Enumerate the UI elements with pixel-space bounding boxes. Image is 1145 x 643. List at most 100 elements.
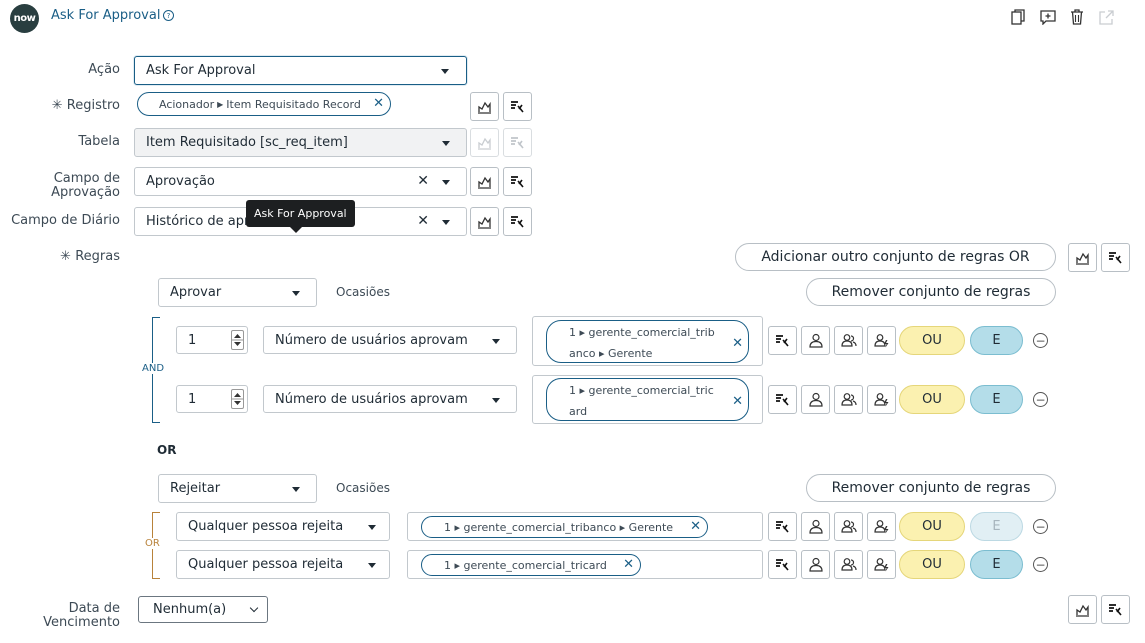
data-pill-picker-button[interactable]	[470, 92, 499, 121]
group-icon	[840, 393, 857, 406]
user-picker-button[interactable]	[801, 550, 830, 579]
approver-pill[interactable]: 1 ▸ gerente_comercial_tricard ✕	[421, 554, 641, 576]
dynamic-user-icon	[873, 558, 888, 572]
stepper-arrows-icon[interactable]	[231, 330, 244, 350]
acao-label: Ação	[88, 62, 120, 77]
dynamic-approver-button[interactable]	[867, 385, 896, 414]
caret-right-icon: ▶	[217, 99, 224, 109]
occasions-label: Ocasiões	[336, 285, 390, 299]
group-picker-button[interactable]	[834, 385, 863, 414]
condition-select[interactable]: Qualquer pessoa rejeita	[176, 512, 390, 541]
script-toggle-button[interactable]	[768, 326, 797, 355]
tabela-label: Tabela	[78, 134, 120, 149]
approver-field[interactable]: 1 ▸ gerente_comercial_tribanco ▸ Gerente…	[407, 512, 763, 541]
user-icon	[808, 392, 823, 407]
ou-button[interactable]: OU	[899, 512, 965, 541]
script-toggle-button[interactable]	[768, 512, 797, 541]
script-toggle-button[interactable]	[768, 550, 797, 579]
chevron-down-icon	[249, 603, 259, 613]
group-picker-button[interactable]	[834, 512, 863, 541]
close-icon[interactable]: ✕	[732, 391, 743, 412]
count-stepper[interactable]: 1	[176, 385, 248, 413]
remove-rule-icon[interactable]: −	[1033, 557, 1048, 572]
stepper-arrows-icon[interactable]	[231, 389, 244, 409]
ou-button[interactable]: OU	[899, 550, 965, 579]
condition-select[interactable]: Número de usuários aprovam	[263, 326, 517, 354]
script-toggle-button[interactable]	[1101, 243, 1130, 272]
close-icon[interactable]: ✕	[623, 557, 634, 572]
dynamic-approver-button[interactable]	[867, 326, 896, 355]
remove-rule-icon[interactable]: −	[1033, 392, 1048, 407]
group-picker-button[interactable]	[834, 326, 863, 355]
acao-select[interactable]: Ask For Approval	[134, 56, 467, 85]
add-comment-icon[interactable]	[1039, 8, 1057, 26]
user-icon	[808, 519, 823, 534]
e-button[interactable]: E	[970, 550, 1023, 579]
group-icon	[840, 520, 857, 533]
close-icon[interactable]: ✕	[690, 519, 701, 534]
script-toggle-button[interactable]	[503, 167, 532, 196]
data-pill-picker-button[interactable]	[1068, 595, 1097, 624]
approver-pill[interactable]: 1 ▸ gerente_comercial_tric ard ✕	[546, 378, 749, 421]
close-icon[interactable]: ✕	[373, 96, 384, 111]
approver-field[interactable]: 1 ▸ gerente_comercial_trib anco ▸ Gerent…	[532, 316, 763, 366]
condition-select[interactable]: Número de usuários aprovam	[263, 385, 517, 413]
user-picker-button[interactable]	[801, 385, 830, 414]
count-stepper[interactable]: 1	[176, 326, 248, 354]
approver-pill[interactable]: 1 ▸ gerente_comercial_tribanco ▸ Gerente…	[421, 516, 708, 538]
remove-rule-icon[interactable]: −	[1033, 333, 1048, 348]
group-icon	[840, 334, 857, 347]
ou-button[interactable]: OU	[899, 385, 965, 414]
user-picker-button[interactable]	[801, 326, 830, 355]
user-icon	[808, 333, 823, 348]
or-label: OR	[144, 538, 161, 549]
ruleset-action-select[interactable]: Rejeitar	[158, 474, 317, 503]
and-label: AND	[141, 363, 166, 374]
approver-field[interactable]: 1 ▸ gerente_comercial_tric ard ✕	[532, 375, 763, 424]
ruleset-action-select[interactable]: Aprovar	[158, 278, 317, 307]
e-button[interactable]: E	[970, 385, 1023, 414]
remove-ruleset-button[interactable]: Remover conjunto de regras	[806, 278, 1056, 306]
ou-button[interactable]: OU	[899, 326, 965, 355]
group-picker-button[interactable]	[834, 550, 863, 579]
script-toggle-button	[503, 128, 532, 157]
data-pill-picker-button	[470, 128, 499, 157]
add-or-ruleset-button[interactable]: Adicionar outro conjunto de regras OR	[735, 243, 1056, 271]
campo-diario-label: Campo de Diário	[11, 213, 120, 228]
dynamic-approver-button[interactable]	[867, 550, 896, 579]
close-icon[interactable]: ✕	[732, 333, 743, 354]
campo-diario-value: Histórico de apr	[146, 214, 250, 229]
user-picker-button[interactable]	[801, 512, 830, 541]
campo-aprovacao-select[interactable]: Aprovação ✕	[134, 167, 467, 196]
clear-icon[interactable]: ✕	[417, 173, 429, 189]
open-external-icon	[1097, 8, 1115, 26]
data-pill-picker-button[interactable]	[470, 207, 499, 236]
dynamic-user-icon	[873, 334, 888, 348]
data-pill-picker-button[interactable]	[470, 167, 499, 196]
campo-aprovacao-label: Campo de Aprovação	[51, 171, 120, 200]
delete-icon[interactable]	[1068, 8, 1086, 26]
dynamic-user-icon	[873, 393, 888, 407]
script-toggle-button[interactable]	[768, 385, 797, 414]
e-button[interactable]: E	[970, 326, 1023, 355]
remove-ruleset-button[interactable]: Remover conjunto de regras	[806, 474, 1056, 502]
data-pill-picker-button[interactable]	[1068, 243, 1097, 272]
approver-pill[interactable]: 1 ▸ gerente_comercial_trib anco ▸ Gerent…	[546, 320, 749, 363]
approver-field[interactable]: 1 ▸ gerente_comercial_tricard ✕	[407, 550, 763, 579]
chevron-down-icon	[292, 291, 300, 296]
chevron-down-icon	[441, 69, 449, 74]
chevron-down-icon	[492, 398, 500, 403]
registro-pill[interactable]: Acionador ▶ Item Requisitado Record ✕	[137, 92, 391, 116]
vencimento-select[interactable]: Nenhum(a)	[138, 596, 268, 623]
tooltip: Ask For Approval	[246, 200, 355, 233]
script-toggle-button[interactable]	[503, 92, 532, 121]
help-icon[interactable]: ?	[163, 10, 174, 21]
e-button: E	[970, 512, 1023, 541]
remove-rule-icon[interactable]: −	[1033, 519, 1048, 534]
copy-icon[interactable]	[1009, 8, 1027, 26]
script-toggle-button[interactable]	[503, 207, 532, 236]
clear-icon[interactable]: ✕	[417, 213, 429, 229]
condition-select[interactable]: Qualquer pessoa rejeita	[176, 550, 390, 579]
script-toggle-button[interactable]	[1101, 595, 1130, 624]
dynamic-approver-button[interactable]	[867, 512, 896, 541]
